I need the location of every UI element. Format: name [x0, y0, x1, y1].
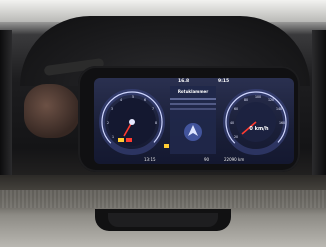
svg-text:20: 20 — [234, 135, 238, 139]
warning-lamp — [126, 138, 132, 142]
svg-text:140: 140 — [276, 107, 282, 111]
divider — [170, 108, 216, 110]
tachometer-gauge: 1 2 3 4 5 6 7 8 — [99, 89, 165, 155]
svg-text:4: 4 — [120, 98, 122, 102]
clock-text: 9:15 — [218, 79, 230, 84]
svg-text:60: 60 — [234, 107, 238, 111]
svg-text:3: 3 — [111, 107, 113, 111]
svg-text:6: 6 — [144, 98, 146, 102]
center-info-panel: Rotuklammer — [170, 80, 216, 162]
speed-readout: 0 km/h — [249, 126, 269, 132]
svg-text:2: 2 — [107, 121, 109, 125]
svg-text:100: 100 — [255, 95, 261, 99]
hand-silhouette — [24, 84, 80, 138]
svg-text:80: 80 — [244, 98, 248, 102]
media-title: Rotuklammer — [177, 89, 209, 94]
divider — [170, 103, 216, 105]
center-vent-inner — [108, 213, 218, 227]
svg-text:160: 160 — [279, 121, 285, 125]
warning-lamp — [118, 138, 124, 142]
svg-text:7: 7 — [152, 107, 154, 111]
car-interior-photo: 1 2 3 4 5 6 7 8 20 40 60 80 100 120 140 160 1… — [0, 0, 326, 247]
indicator-lamp — [164, 144, 169, 148]
digital-instrument-cluster: 1 2 3 4 5 6 7 8 20 40 60 80 100 120 140 160 1… — [94, 78, 294, 164]
cluster-bottom-strip: 13:15 90 22090 km — [94, 156, 294, 164]
total-distance: 22090 km — [224, 157, 245, 162]
svg-text:1: 1 — [112, 135, 114, 139]
range-value: 90 — [204, 157, 210, 162]
svg-text:8: 8 — [155, 121, 157, 125]
svg-text:5: 5 — [132, 95, 134, 99]
dashboard-trim — [0, 190, 326, 208]
svg-text:120: 120 — [268, 98, 274, 102]
trip-time: 13:15 — [144, 157, 156, 162]
divider — [170, 98, 216, 100]
speedometer-gauge: 20 40 60 80 100 120 140 160 — [223, 89, 289, 155]
svg-text:40: 40 — [230, 121, 234, 125]
